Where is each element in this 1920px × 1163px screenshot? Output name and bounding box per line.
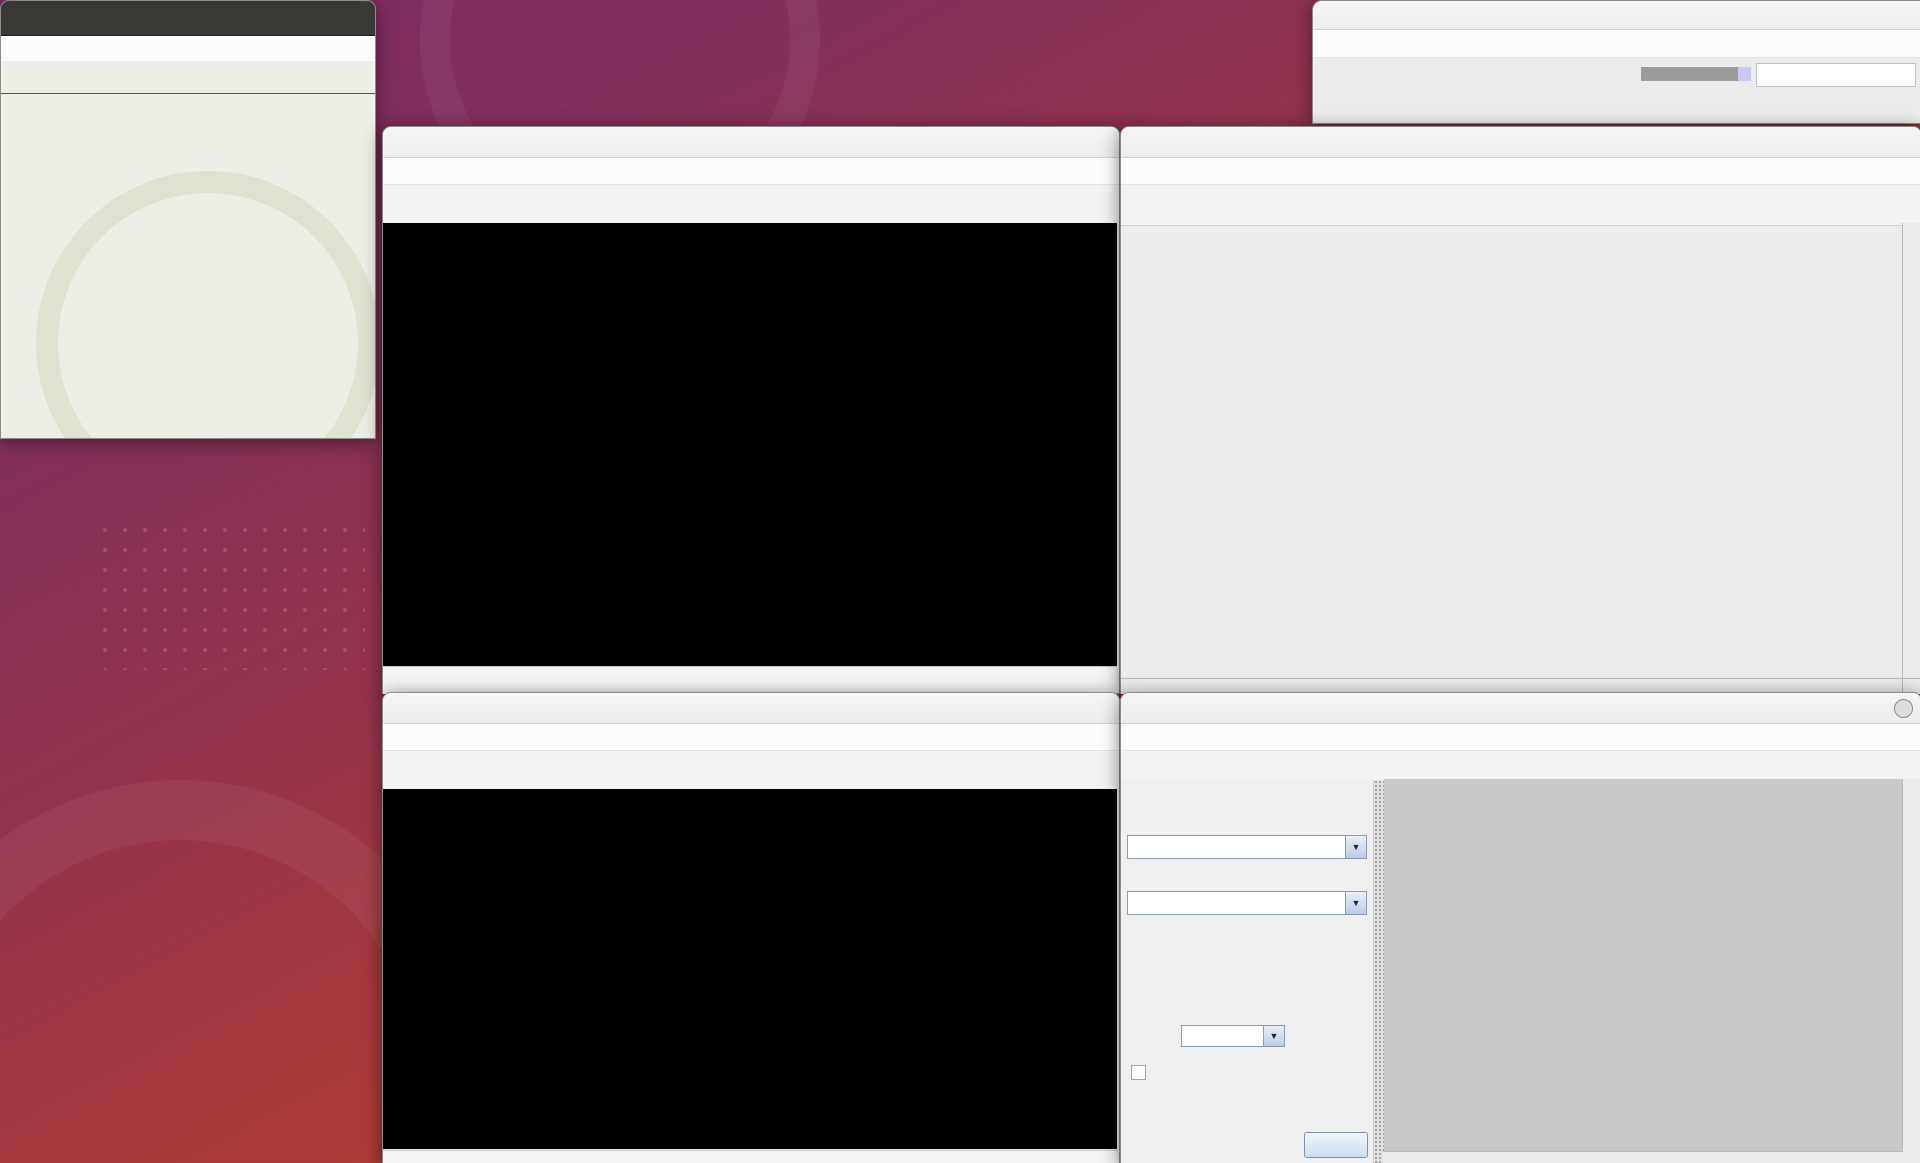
plot-button[interactable] (1304, 1132, 1368, 1158)
x-axis-feature-value (1128, 836, 1345, 858)
show-edges-checkbox[interactable] (1131, 1065, 1146, 1080)
grapher-toolbar (1121, 751, 1920, 782)
trackscheme-window (1120, 126, 1920, 694)
bdv4-menubar (383, 158, 1119, 185)
grapher-horizontal-scrollbar[interactable] (1383, 1151, 1903, 1163)
grapher-menubar (1121, 724, 1920, 751)
grapher-titlebar[interactable] (1121, 693, 1920, 724)
context-select[interactable]: ▼ (1181, 1025, 1285, 1047)
bdv5-toolbar (383, 751, 1119, 792)
bdv5-viewer-canvas[interactable] (383, 789, 1117, 1149)
trackscheme-graph-area[interactable] (1121, 223, 1903, 678)
bdv5-menubar (383, 724, 1119, 751)
trackscheme-toolbar (1121, 185, 1920, 226)
divider (1, 93, 375, 94)
chevron-down-icon[interactable]: ▼ (1263, 1026, 1284, 1046)
imagej-progressbar (1641, 67, 1751, 81)
bdv4-toolbar (383, 185, 1119, 226)
close-icon[interactable] (1894, 699, 1913, 718)
chevron-down-icon[interactable]: ▼ (1345, 836, 1366, 858)
bdv4-viewer-canvas[interactable] (383, 223, 1117, 666)
trackscheme-vertical-scrollbar[interactable] (1902, 223, 1920, 678)
mastodon-titlebar[interactable] (1, 1, 375, 36)
context-value (1182, 1026, 1263, 1046)
bdv5-titlebar[interactable] (383, 693, 1119, 724)
grapher-vertical-scrollbar[interactable] (1902, 779, 1920, 1151)
mastodon-logo-watermark (36, 171, 375, 438)
bdv4-window (382, 126, 1120, 694)
trackscheme-titlebar[interactable] (1121, 127, 1920, 158)
mastodon-window (0, 0, 376, 439)
mastodon-content (1, 61, 375, 438)
imagej-window (1312, 0, 1920, 124)
grapher-plot-area[interactable] (1384, 779, 1904, 1151)
trackscheme-menubar (1121, 158, 1920, 185)
grapher-window: ▼ ▼ ▼ (1120, 692, 1920, 1163)
imagej-titlebar[interactable] (1313, 1, 1920, 30)
x-axis-feature-select[interactable]: ▼ (1127, 835, 1367, 859)
mastodon-menubar (1, 36, 375, 62)
bdv4-titlebar[interactable] (383, 127, 1119, 158)
grapher-feature-panel: ▼ ▼ ▼ (1121, 780, 1373, 1163)
y-axis-feature-select[interactable]: ▼ (1127, 891, 1367, 915)
imagej-statusbar (1313, 62, 1920, 88)
desktop: ▼ ▼ ▼ (0, 0, 1920, 1163)
bdv5-window (382, 692, 1120, 1163)
bdv5-time-slider[interactable] (383, 1150, 1117, 1163)
chevron-down-icon[interactable]: ▼ (1345, 892, 1366, 914)
wallpaper-dot-pattern (95, 520, 365, 670)
y-axis-feature-value (1128, 892, 1345, 914)
imagej-menubar (1313, 30, 1920, 58)
imagej-search-field[interactable] (1756, 63, 1916, 87)
bdv4-time-slider[interactable] (383, 666, 1117, 694)
